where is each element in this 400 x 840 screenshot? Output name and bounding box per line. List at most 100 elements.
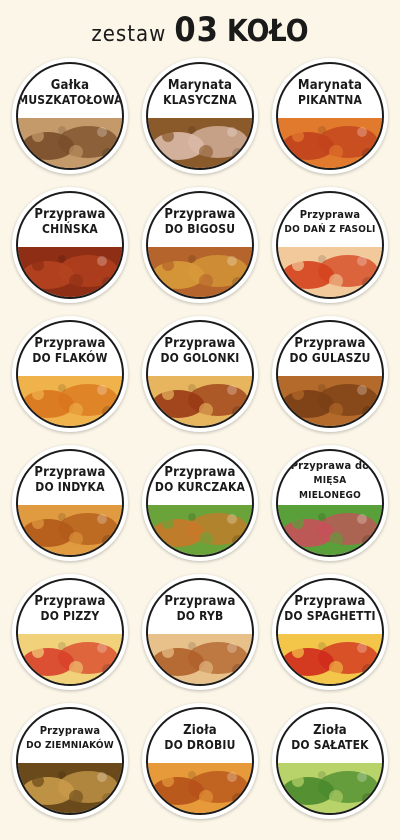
sticker-item[interactable]: Przyprawa chińska: [5, 187, 135, 303]
label-line2: do ryb: [176, 609, 224, 623]
label-line1: Przyprawa: [164, 336, 236, 351]
label-text: Przyprawa do mięsa mielonego: [284, 457, 376, 503]
label-line2: pikantna: [297, 93, 363, 107]
minced-meat-icon: [278, 505, 382, 555]
label-line2: do golonki: [160, 351, 240, 365]
roast-meat-icon: [148, 118, 252, 168]
label-circle: Przyprawa do pizzy: [16, 578, 124, 686]
sticker-item[interactable]: Gałka muszkatołowa: [5, 58, 135, 174]
title-number: 03: [174, 10, 219, 50]
round-label: Marynata Klasyczna: [142, 58, 258, 174]
label-circle: Przyprawa do kurczaka: [146, 449, 254, 557]
label-line1: Przyprawa: [34, 207, 106, 222]
label-line2: do bigosu: [164, 222, 236, 236]
label-line2: do kurczaka: [154, 480, 246, 494]
sticker-item[interactable]: Marynata Klasyczna: [135, 58, 265, 174]
sticker-item[interactable]: Przyprawa do flaków: [5, 316, 135, 432]
label-circle: Marynata Klasyczna: [146, 62, 254, 170]
label-circle: Przyprawa do ryb: [146, 578, 254, 686]
label-text: Marynata Klasyczna: [154, 70, 246, 116]
chicken-icon: [148, 505, 252, 555]
round-label: Przyprawa do bigosu: [142, 187, 258, 303]
label-line1: Przyprawa: [34, 465, 106, 480]
label-text: Przyprawa do kurczaka: [154, 457, 246, 503]
label-line2: do drobiu: [164, 738, 236, 752]
label-line1: Przyprawa: [39, 724, 101, 737]
sticker-item[interactable]: Przyprawa do ryb: [135, 574, 265, 690]
sticker-item[interactable]: Przyprawa do ziemniaków: [5, 703, 135, 819]
label-circle: Przyprawa do dań z fasoli: [276, 191, 384, 299]
label-text: Przyprawa do spaghetti: [284, 586, 376, 632]
label-circle: Przyprawa do spaghetti: [276, 578, 384, 686]
label-text: Zioła do sałatek: [284, 715, 376, 761]
label-line1: Przyprawa: [34, 594, 106, 609]
label-text: Przyprawa do flaków: [24, 328, 116, 374]
sticker-item[interactable]: Przyprawa do indyka: [5, 445, 135, 561]
round-label: Zioła do sałatek: [272, 703, 388, 819]
label-circle: Zioła do sałatek: [276, 707, 384, 815]
label-circle: Zioła do drobiu: [146, 707, 254, 815]
label-text: Marynata pikantna: [284, 70, 376, 116]
label-line1: Przyprawa do: [290, 458, 370, 472]
sticker-grid: Gałka muszkatołowa: [0, 58, 400, 819]
nutmeg-icon: [18, 118, 122, 168]
sticker-item[interactable]: Przyprawa do spaghetti: [265, 574, 395, 690]
label-line1: Marynata: [297, 78, 363, 93]
label-line2: do dań z fasoli: [284, 224, 376, 235]
sticker-item[interactable]: Przyprawa do gulaszu: [265, 316, 395, 432]
turkey-icon: [18, 505, 122, 555]
label-line2: do spaghetti: [284, 609, 376, 623]
round-label: Przyprawa do pizzy: [12, 574, 128, 690]
potatoes-icon: [18, 763, 122, 813]
label-line1: Gałka: [50, 78, 90, 93]
sticker-item[interactable]: Przyprawa do pizzy: [5, 574, 135, 690]
label-line1: Przyprawa: [294, 594, 366, 609]
label-circle: Przyprawa do gulaszu: [276, 320, 384, 428]
sticker-item[interactable]: Zioła do sałatek: [265, 703, 395, 819]
sticker-item[interactable]: Przyprawa do dań z fasoli: [265, 187, 395, 303]
label-line1: Przyprawa: [164, 465, 236, 480]
label-text: Przyprawa do dań z fasoli: [284, 199, 376, 245]
round-label: Przyprawa do dań z fasoli: [272, 187, 388, 303]
label-circle: Przyprawa do golonki: [146, 320, 254, 428]
label-line1: Przyprawa: [34, 336, 106, 351]
label-text: Zioła do drobiu: [154, 715, 246, 761]
round-label: Przyprawa do ziemniaków: [12, 703, 128, 819]
label-text: Przyprawa do bigosu: [154, 199, 246, 245]
sticker-item[interactable]: Zioła do drobiu: [135, 703, 265, 819]
label-text: Przyprawa do gulaszu: [284, 328, 376, 374]
label-line1: Przyprawa: [164, 594, 236, 609]
label-circle: Przyprawa chińska: [16, 191, 124, 299]
label-text: Przyprawa do indyka: [24, 457, 116, 503]
label-line2: chińska: [42, 222, 98, 236]
round-label: Zioła do drobiu: [142, 703, 258, 819]
label-line2: muszkatołowa: [17, 93, 123, 107]
label-circle: Przyprawa do flaków: [16, 320, 124, 428]
label-line1: Zioła: [183, 723, 217, 738]
round-label: Przyprawa do golonki: [142, 316, 258, 432]
label-line2: do sałatek: [291, 738, 369, 752]
salad-icon: [278, 763, 382, 813]
round-label: Przyprawa do spaghetti: [272, 574, 388, 690]
label-text: Przyprawa chińska: [24, 199, 116, 245]
round-label: Przyprawa do flaków: [12, 316, 128, 432]
round-label: Przyprawa do ryb: [142, 574, 258, 690]
sticker-item[interactable]: Marynata pikantna: [265, 58, 395, 174]
label-text: Przyprawa do ryb: [154, 586, 246, 632]
sticker-item[interactable]: Przyprawa do mięsa mielonego: [265, 445, 395, 561]
label-line1: Przyprawa: [164, 207, 236, 222]
label-line1: Zioła: [313, 723, 347, 738]
roast-chicken-icon: [148, 763, 252, 813]
label-text: Przyprawa do golonki: [154, 328, 246, 374]
spice-powder-icon: [18, 247, 122, 297]
label-circle: Przyprawa do bigosu: [146, 191, 254, 299]
sticker-item[interactable]: Przyprawa do golonki: [135, 316, 265, 432]
sticker-item[interactable]: Przyprawa do bigosu: [135, 187, 265, 303]
goulash-icon: [278, 376, 382, 426]
round-label: Przyprawa do kurczaka: [142, 445, 258, 561]
sauerkraut-icon: [148, 247, 252, 297]
sticker-item[interactable]: Przyprawa do kurczaka: [135, 445, 265, 561]
label-text: Przyprawa do pizzy: [24, 586, 116, 632]
label-line2: do flaków: [32, 351, 108, 365]
round-label: Przyprawa do indyka: [12, 445, 128, 561]
